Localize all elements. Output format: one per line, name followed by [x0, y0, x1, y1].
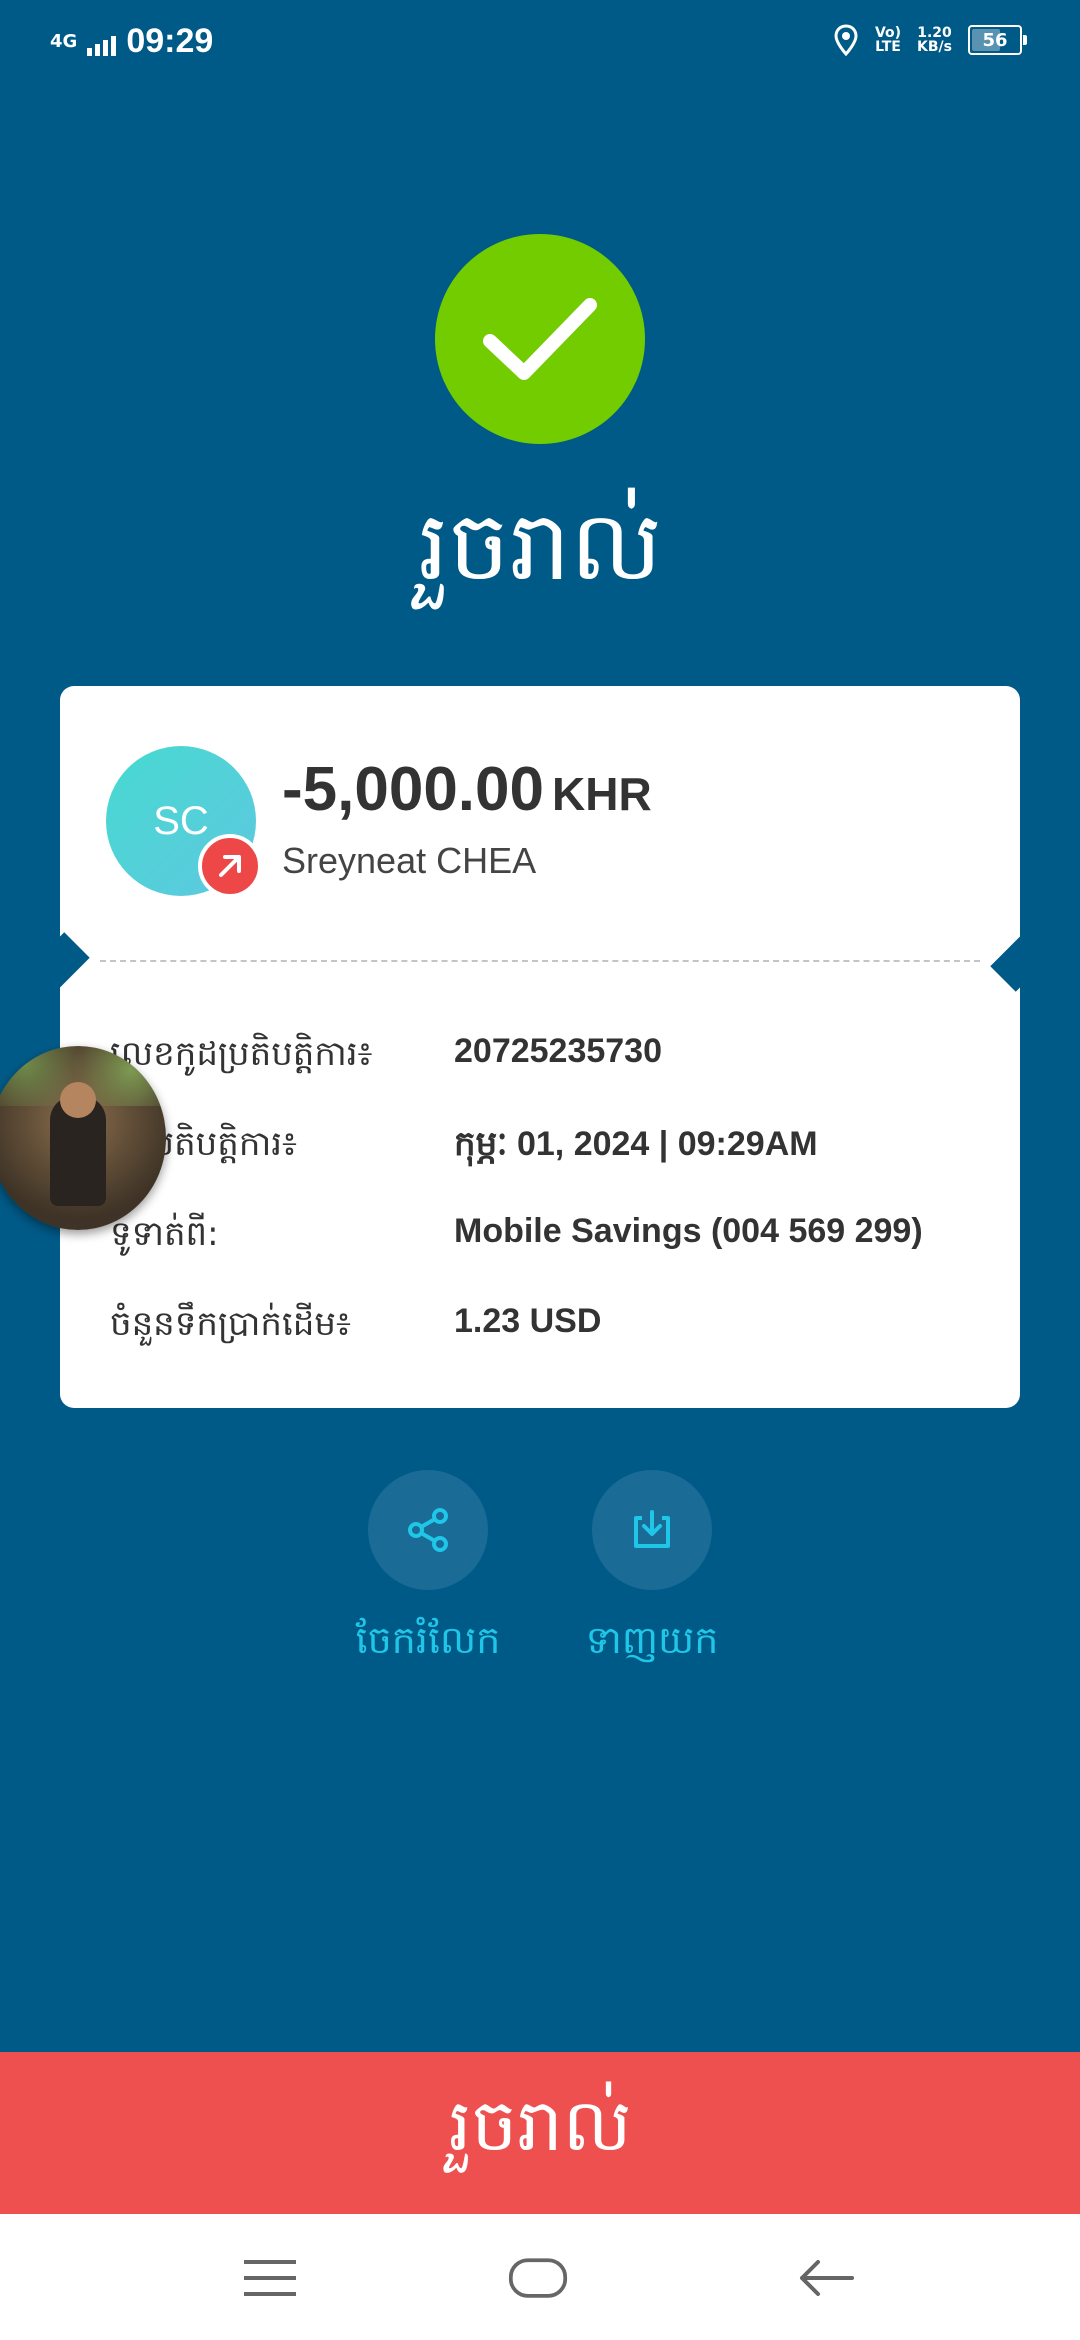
download-icon [634, 1510, 670, 1548]
share-icon [408, 1508, 448, 1552]
share-circle[interactable] [368, 1470, 488, 1590]
lte-label: LTE [875, 39, 901, 55]
battery-icon: 56 [968, 25, 1027, 55]
signal-icon [87, 28, 117, 56]
menu-nav-button[interactable] [240, 2250, 300, 2306]
detail-row-original-amount: ចំនួនទឹកប្រាក់ដើម៖ 1.23 USD [110, 1290, 990, 1360]
divider [100, 960, 980, 962]
detail-value: 1.23 USD [454, 1302, 602, 1340]
home-icon [508, 2258, 568, 2298]
network-type: 4G [50, 30, 78, 52]
check-icon [483, 298, 597, 380]
detail-row-transaction-id: លេខកូដប្រតិបត្តិការ៖ 20725235730 [110, 1020, 990, 1090]
detail-value: 20725235730 [454, 1032, 663, 1070]
back-icon [800, 2260, 854, 2296]
arrow-up-right-icon [219, 855, 241, 877]
volte-label: Vo) [874, 25, 902, 41]
payee-name: Sreyneat CHEA [282, 840, 537, 881]
detail-label: ទូទាត់ពី: [110, 1214, 219, 1254]
download-circle[interactable] [592, 1470, 712, 1590]
detail-row-from-account: ទូទាត់ពី: Mobile Savings (004 569 299) [110, 1200, 990, 1270]
speed-unit: KB/s [917, 39, 952, 55]
network-indicator: 4G [50, 30, 78, 52]
amount-value: -5,000.00 [282, 755, 544, 824]
detail-value: កុម្ភៈ 01, 2024 | 09:29AM [454, 1125, 818, 1163]
success-check-circle [435, 234, 645, 444]
share-button[interactable]: ចែករំលែក [338, 1470, 518, 1672]
receipt-card: SC -5,000.00 KHR Sreyneat CHEA លេខកូដប្រត… [60, 686, 1020, 1408]
status-bar: 4G 09:29 Vo) LTE 1.20 KB/s 56 [0, 0, 1080, 84]
amount-currency: KHR [552, 768, 652, 820]
battery-level: 56 [982, 29, 1008, 51]
status-right: Vo) LTE 1.20 KB/s 56 [833, 24, 1027, 56]
detail-value: Mobile Savings (004 569 299) [454, 1212, 923, 1250]
status-left: 4G 09:29 [50, 22, 213, 61]
outgoing-badge [198, 834, 262, 898]
menu-icon [244, 2260, 296, 2296]
detail-row-date: ថ្ងៃប្រតិបត្តិការ៖ កុម្ភៈ 01, 2024 | 09:… [110, 1110, 990, 1180]
transaction-amount: -5,000.00 KHR [282, 754, 652, 825]
download-label: ទាញយក [585, 1618, 719, 1662]
done-button[interactable]: រួចរាល់ [0, 2052, 1080, 2214]
home-nav-button[interactable] [508, 2250, 568, 2306]
share-label: ចែករំលែក [355, 1618, 501, 1662]
detail-label: ចំនួនទឹកប្រាក់ដើម៖ [110, 1304, 351, 1344]
volte-indicator: Vo) LTE [875, 26, 901, 54]
clock: 09:29 [126, 22, 214, 60]
download-button[interactable]: ទាញយក [562, 1470, 742, 1672]
back-nav-button[interactable] [796, 2250, 856, 2306]
system-nav-bar [0, 2214, 1080, 2340]
page-title: រួចរាល់ [418, 490, 662, 602]
speed-value: 1.20 [917, 25, 952, 41]
avatar-initials: SC [153, 798, 209, 843]
network-speed: 1.20 KB/s [917, 26, 952, 54]
location-icon [834, 24, 858, 56]
